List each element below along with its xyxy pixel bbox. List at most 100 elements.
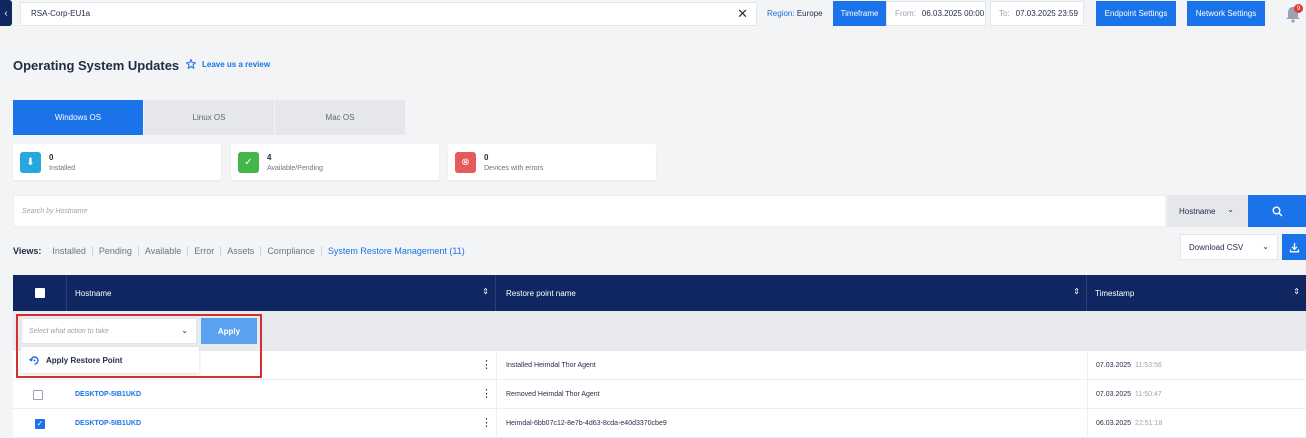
- tab-mac-os[interactable]: Mac OS: [275, 100, 405, 135]
- hostname-link[interactable]: DESKTOP-5IB1UKD: [75, 409, 141, 438]
- column-restore-point[interactable]: Restore point name ⇕: [496, 275, 1087, 311]
- available-card[interactable]: ✓ 4 Available/Pending: [231, 144, 439, 180]
- installed-card[interactable]: ⬇ 0 Installed: [13, 144, 221, 180]
- download-csv-select[interactable]: Download CSV ⌄: [1180, 234, 1278, 260]
- search-field-value: Hostname: [1179, 206, 1216, 216]
- region-label: Region:: [767, 9, 795, 18]
- select-all-cell: [13, 275, 67, 311]
- timestamp-date: 07.03.2025: [1096, 362, 1132, 369]
- leave-review-link[interactable]: Leave us a review: [186, 59, 270, 69]
- timeframe-button[interactable]: Timeframe: [833, 1, 886, 26]
- close-icon[interactable]: ✕: [737, 6, 748, 22]
- more-options-icon[interactable]: ⋮: [481, 358, 492, 371]
- views-label: Views:: [13, 246, 42, 256]
- tenant-selector[interactable]: RSA-Corp-EU1a ✕: [20, 2, 757, 26]
- chevron-down-icon: ⌄: [1227, 205, 1234, 214]
- download-csv-label: Download CSV: [1189, 242, 1244, 252]
- timestamp: 07.03.2025 11:50:47: [1096, 380, 1162, 409]
- to-date-field[interactable]: To: 07.03.2025 23:59: [990, 1, 1084, 26]
- column-hostname-label: Hostname: [75, 288, 112, 298]
- restore-icon: [29, 355, 39, 365]
- search-input[interactable]: Search by Hostname: [13, 195, 1166, 227]
- region-indicator: Region: Europe: [767, 9, 823, 18]
- sort-icon[interactable]: ⇕: [1293, 287, 1300, 296]
- sort-icon[interactable]: ⇕: [1073, 287, 1080, 296]
- restore-point-name: Removed Heimdal Thor Agent: [506, 391, 600, 398]
- timestamp-time: 11:50:47: [1135, 391, 1162, 398]
- search-icon: [1272, 206, 1282, 216]
- star-icon: [186, 59, 196, 69]
- search-button[interactable]: [1248, 195, 1306, 227]
- available-label: Available/Pending: [267, 165, 323, 172]
- from-label: From:: [895, 9, 916, 18]
- timestamp: 06.03.2025 22:51:18: [1096, 409, 1162, 438]
- view-pending[interactable]: Pending: [93, 246, 139, 256]
- check-circle-icon: ✓: [238, 152, 259, 173]
- tab-linux-os[interactable]: Linux OS: [144, 100, 274, 135]
- table-row[interactable]: DESKTOP-5IB1UKD ⋮ Removed Heimdal Thor A…: [13, 380, 1306, 409]
- more-options-icon[interactable]: ⋮: [481, 416, 492, 429]
- row-checkbox[interactable]: [33, 389, 43, 400]
- collapse-sidebar-button[interactable]: ‹: [0, 0, 12, 26]
- to-label: To:: [999, 9, 1010, 18]
- view-installed[interactable]: Installed: [46, 246, 93, 256]
- timestamp: 07.03.2025 11:53:56: [1096, 351, 1162, 380]
- view-compliance[interactable]: Compliance: [261, 246, 322, 256]
- row-checkbox-cell: [33, 380, 43, 409]
- row-checkbox-checked[interactable]: ✓: [35, 418, 45, 429]
- errors-count: 0: [484, 153, 489, 162]
- tab-windows-os[interactable]: Windows OS: [13, 100, 143, 135]
- network-settings-button[interactable]: Network Settings: [1187, 1, 1265, 26]
- column-timestamp-label: Timestamp: [1095, 288, 1135, 298]
- view-error[interactable]: Error: [188, 246, 222, 256]
- chevron-down-icon: ⌄: [1262, 242, 1269, 251]
- to-value: 07.03.2025 23:59: [1015, 9, 1078, 18]
- apply-restore-point-option[interactable]: Apply Restore Point: [21, 347, 199, 373]
- download-icon: [1289, 242, 1299, 252]
- hostname-link[interactable]: DESKTOP-5IB1UKD: [75, 380, 141, 409]
- view-system-restore-management[interactable]: System Restore Management (11): [322, 246, 471, 256]
- download-button[interactable]: [1282, 234, 1306, 260]
- error-icon: ⊗: [455, 152, 476, 173]
- installed-label: Installed: [49, 165, 76, 172]
- available-count: 4: [267, 153, 272, 162]
- column-hostname[interactable]: Hostname ⇕: [67, 275, 496, 311]
- view-available[interactable]: Available: [139, 246, 189, 256]
- apply-button[interactable]: Apply: [201, 318, 257, 344]
- restore-point-name: Installed Heimdal Thor Agent: [506, 362, 596, 369]
- timestamp-time: 22:51:18: [1135, 420, 1163, 427]
- from-value: 06.03.2025 00:00: [921, 9, 985, 18]
- search-placeholder: Search by Hostname: [22, 208, 88, 215]
- timestamp-date: 07.03.2025: [1096, 391, 1132, 398]
- action-select[interactable]: Select what action to take ⌄: [21, 318, 197, 344]
- top-bar: ‹ RSA-Corp-EU1a ✕ Region: Europe Timefra…: [0, 0, 1306, 28]
- search-field-select[interactable]: Hostname ⌄: [1167, 195, 1248, 227]
- view-assets[interactable]: Assets: [221, 246, 262, 256]
- action-placeholder: Select what action to take: [29, 327, 109, 335]
- region-value: Europe: [796, 9, 823, 18]
- page-title: Operating System Updates: [13, 58, 180, 73]
- endpoint-settings-button[interactable]: Endpoint Settings: [1096, 1, 1176, 26]
- sort-icon[interactable]: ⇕: [482, 287, 489, 296]
- column-timestamp[interactable]: Timestamp ⇕: [1087, 275, 1306, 311]
- row-checkbox-cell: ✓: [35, 409, 45, 438]
- table-row[interactable]: ✓ DESKTOP-5IB1UKD ⋮ Heimdal-6bb07c12-8e7…: [13, 409, 1306, 438]
- timestamp-time: 11:53:56: [1135, 362, 1162, 369]
- errors-card[interactable]: ⊗ 0 Devices with errors: [448, 144, 656, 180]
- tenant-name: RSA-Corp-EU1a: [31, 9, 91, 18]
- review-link-label: Leave us a review: [202, 59, 271, 69]
- table-header: Hostname ⇕ Restore point name ⇕ Timestam…: [13, 275, 1306, 311]
- apply-restore-point-label: Apply Restore Point: [46, 355, 123, 365]
- more-options-icon[interactable]: ⋮: [481, 387, 492, 400]
- installed-count: 0: [49, 153, 54, 162]
- views-filter: Views: Installed Pending Available Error…: [13, 246, 471, 256]
- chevron-left-icon: ‹: [4, 7, 8, 19]
- restore-point-name: Heimdal-6bb07c12-8e7b-4d63-8cda-e40d3370…: [506, 420, 667, 427]
- column-restore-point-label: Restore point name: [506, 288, 576, 298]
- notification-badge: 9: [1294, 4, 1303, 13]
- chevron-down-icon: ⌄: [181, 326, 188, 335]
- errors-label: Devices with errors: [484, 165, 544, 172]
- from-date-field[interactable]: From: 06.03.2025 00:00: [886, 1, 986, 26]
- select-all-checkbox[interactable]: [34, 288, 45, 298]
- download-icon: ⬇: [20, 152, 41, 173]
